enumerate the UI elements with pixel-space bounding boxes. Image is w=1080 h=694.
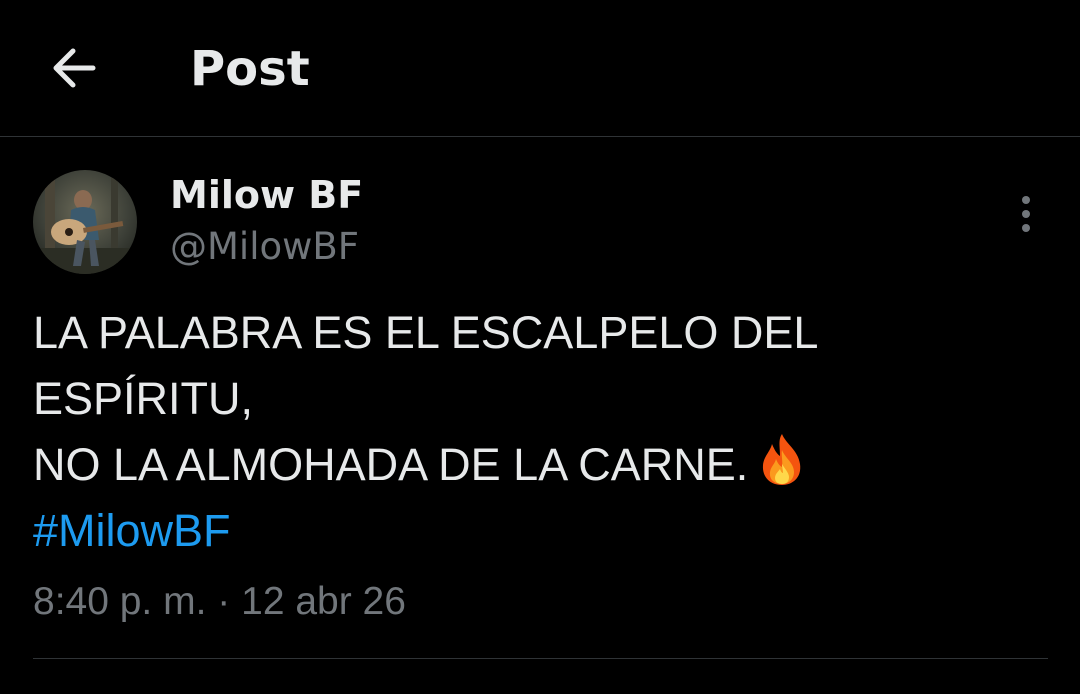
hashtag-link[interactable]: #MilowBF (33, 498, 1043, 564)
post-text-line-with-emoji: NO LA ALMOHADA DE LA CARNE. (33, 432, 1043, 498)
avatar[interactable] (33, 170, 137, 274)
post-text-line: LA PALABRA ES EL ESCALPELO DEL (33, 307, 819, 358)
post-time[interactable]: 8:40 p. m. (33, 580, 206, 623)
back-button[interactable] (44, 38, 104, 98)
vertical-ellipsis-icon (1022, 196, 1030, 232)
metadata-separator: · (217, 580, 231, 623)
post-text-line: NO LA ALMOHADA DE LA CARNE. (33, 439, 749, 490)
fire-emoji (763, 434, 801, 485)
top-bar: Post (0, 0, 1080, 137)
post-metadata: 8:40 p. m. · 12 abr 26 (33, 576, 406, 628)
arrow-left-icon (53, 48, 96, 88)
header-divider (0, 136, 1080, 137)
metadata-divider (33, 658, 1048, 659)
post-text: LA PALABRA ES EL ESCALPELO DEL ESPÍRITU,… (33, 300, 1043, 564)
author-handle[interactable]: @MilowBF (170, 224, 359, 270)
page-title: Post (190, 41, 310, 97)
post-date[interactable]: 12 abr 26 (241, 580, 406, 623)
avatar-guitar-photo (33, 170, 137, 274)
post-text-line: ESPÍRITU, (33, 373, 254, 424)
more-options-button[interactable] (1006, 192, 1046, 236)
author-name[interactable]: Milow BF (170, 172, 363, 218)
